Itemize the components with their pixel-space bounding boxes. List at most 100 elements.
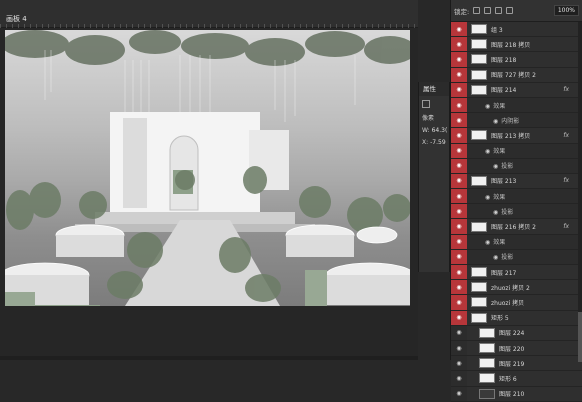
effect-label: 内阴影 (501, 117, 520, 125)
visibility-eye-icon[interactable]: ◉ (451, 52, 467, 67)
width-value[interactable]: 64.3( (432, 127, 448, 134)
width-field[interactable]: W: 64.3( (419, 127, 449, 134)
layer-row[interactable]: ◉ 图层 727 拷贝 2 (451, 67, 582, 83)
layers-scrollbar[interactable] (578, 22, 582, 362)
effect-eye-icon[interactable]: ◉ (493, 209, 498, 216)
layer-row[interactable]: ◉ 图层 217 (451, 265, 582, 281)
layer-row[interactable]: ◉ zhuozi 拷贝 2 (451, 280, 582, 296)
layer-effect-row[interactable]: ◉ ◉ 效果 (451, 189, 582, 205)
visibility-eye-icon[interactable]: ◉ (451, 325, 467, 340)
visibility-eye-icon[interactable]: ◉ (451, 37, 467, 52)
effect-eye-icon[interactable]: ◉ (485, 239, 490, 246)
layer-name[interactable]: 图层 214 (491, 85, 516, 94)
visibility-eye-icon[interactable]: ◉ (451, 265, 467, 280)
layer-name[interactable]: 图层 224 (499, 328, 524, 337)
layer-thumbnail (471, 69, 487, 80)
layer-row[interactable]: ◉ 图层 218 (451, 52, 582, 68)
layer-name[interactable]: 矩形 6 (499, 374, 517, 383)
layer-row[interactable]: ◉ 图层 220 (451, 340, 582, 357)
layer-name[interactable]: 图层 216 拷贝 2 (491, 222, 536, 231)
effect-eye-icon[interactable]: ◉ (493, 254, 498, 261)
layer-effect-row[interactable]: ◉ ◉ 投影 (451, 249, 582, 265)
layer-name[interactable]: 图层 727 拷贝 2 (491, 70, 536, 79)
visibility-eye-icon[interactable]: ◉ (451, 386, 467, 401)
layer-name[interactable]: 图层 218 拷贝 (491, 40, 530, 49)
layers-scrollbar-thumb[interactable] (578, 312, 582, 362)
visibility-eye-icon[interactable]: ◉ (451, 128, 467, 143)
visibility-eye-icon[interactable]: ◉ (451, 310, 467, 325)
layer-effect-row[interactable]: ◉ ◉ 投影 (451, 204, 582, 220)
layer-row[interactable]: ◉ 图层 213 fx (451, 173, 582, 190)
visibility-eye-icon[interactable]: ◉ (451, 234, 467, 249)
layer-name[interactable]: 组 3 (491, 25, 503, 34)
effect-eye-icon[interactable]: ◉ (493, 118, 498, 125)
layer-row[interactable]: ◉ 矩形 6 (451, 371, 582, 387)
layer-name[interactable]: 图层 213 拷贝 (491, 131, 530, 140)
lock-image-pixels-icon[interactable] (484, 7, 492, 14)
visibility-eye-icon[interactable]: ◉ (451, 158, 467, 173)
visibility-eye-icon[interactable]: ◉ (451, 113, 467, 128)
layer-name[interactable]: 图层 219 (499, 359, 524, 368)
effect-eye-icon[interactable]: ◉ (485, 148, 490, 155)
effect-eye-icon[interactable]: ◉ (485, 194, 490, 201)
effect-name: ◉ 效果 (485, 101, 505, 110)
visibility-eye-icon[interactable]: ◉ (451, 249, 467, 264)
visibility-eye-icon[interactable]: ◉ (451, 143, 467, 158)
layer-row[interactable]: ◉ 图层 219 (451, 356, 582, 372)
layer-name[interactable]: 图层 217 (491, 268, 516, 277)
layer-row[interactable]: ◉ 图层 210 (451, 386, 582, 402)
visibility-eye-icon[interactable]: ◉ (451, 82, 467, 97)
fx-icon[interactable]: fx (563, 177, 569, 184)
lock-position-icon[interactable] (495, 7, 503, 14)
layer-row[interactable]: ◉ 图层 214 fx (451, 82, 582, 98)
fx-icon[interactable]: fx (563, 223, 569, 230)
layer-effect-row[interactable]: ◉ ◉ 投影 (451, 158, 582, 174)
visibility-eye-icon[interactable]: ◉ (451, 340, 467, 356)
lock-transparent-pixels-icon[interactable] (473, 7, 481, 14)
visibility-eye-icon[interactable]: ◉ (451, 204, 467, 219)
fx-icon[interactable]: fx (563, 132, 569, 139)
layer-row[interactable]: ◉ 图层 224 (451, 325, 582, 341)
visibility-eye-icon[interactable]: ◉ (451, 189, 467, 204)
effect-name: ◉ 效果 (485, 192, 505, 201)
effect-eye-icon[interactable]: ◉ (493, 163, 498, 170)
layer-name[interactable]: 矩形 5 (491, 313, 509, 322)
layer-row[interactable]: ◉ 图层 213 拷贝 fx (451, 128, 582, 144)
layer-effect-row[interactable]: ◉ ◉ 效果 (451, 234, 582, 250)
x-field[interactable]: X: -7.59 (419, 139, 449, 146)
visibility-eye-icon[interactable]: ◉ (451, 371, 467, 386)
layer-row[interactable]: ◉ 图层 216 拷贝 2 fx (451, 219, 582, 235)
visibility-eye-icon[interactable]: ◉ (451, 97, 467, 113)
layer-name[interactable]: zhuozi 拷贝 2 (491, 283, 530, 292)
layer-name[interactable]: 图层 220 (499, 344, 524, 353)
layer-row[interactable]: ◉ 组 3 (451, 22, 582, 38)
visibility-eye-icon[interactable]: ◉ (451, 295, 467, 310)
lock-all-icon[interactable] (506, 7, 514, 14)
wedding-stage-artwork[interactable] (5, 30, 410, 306)
layer-row[interactable]: ◉ 矩形 5 (451, 310, 582, 326)
layer-effect-row[interactable]: ◉ ◉ 效果 (451, 97, 582, 114)
effect-eye-icon[interactable]: ◉ (485, 103, 490, 110)
layer-name[interactable]: 图层 218 (491, 55, 516, 64)
visibility-eye-icon[interactable]: ◉ (451, 280, 467, 295)
layer-effect-row[interactable]: ◉ ◉ 效果 (451, 143, 582, 159)
fill-input[interactable]: 100% (553, 5, 579, 16)
visibility-eye-icon[interactable]: ◉ (451, 22, 467, 37)
layer-name[interactable]: 图层 210 (499, 389, 524, 398)
visibility-eye-icon[interactable]: ◉ (451, 67, 467, 82)
layer-row[interactable]: ◉ zhuozi 拷贝 (451, 295, 582, 311)
layer-name[interactable]: zhuozi 拷贝 (491, 298, 524, 307)
visibility-eye-icon[interactable]: ◉ (451, 219, 467, 234)
layer-row[interactable]: ◉ 图层 218 拷贝 (451, 37, 582, 53)
horizontal-scrollbar[interactable] (0, 356, 418, 360)
fx-icon[interactable]: fx (563, 86, 569, 93)
layer-name[interactable]: 图层 213 (491, 176, 516, 185)
layer-effect-row[interactable]: ◉ ◉ 内阴影 (451, 113, 582, 129)
visibility-eye-icon[interactable]: ◉ (451, 356, 467, 371)
canvas-area[interactable] (0, 28, 418, 360)
properties-title[interactable]: 属性 (419, 82, 449, 96)
artboard-label[interactable]: 画板 4 (6, 14, 27, 24)
properties-tab[interactable]: 像素 (419, 113, 449, 122)
x-value[interactable]: -7.59 (430, 139, 446, 146)
visibility-eye-icon[interactable]: ◉ (451, 173, 467, 189)
